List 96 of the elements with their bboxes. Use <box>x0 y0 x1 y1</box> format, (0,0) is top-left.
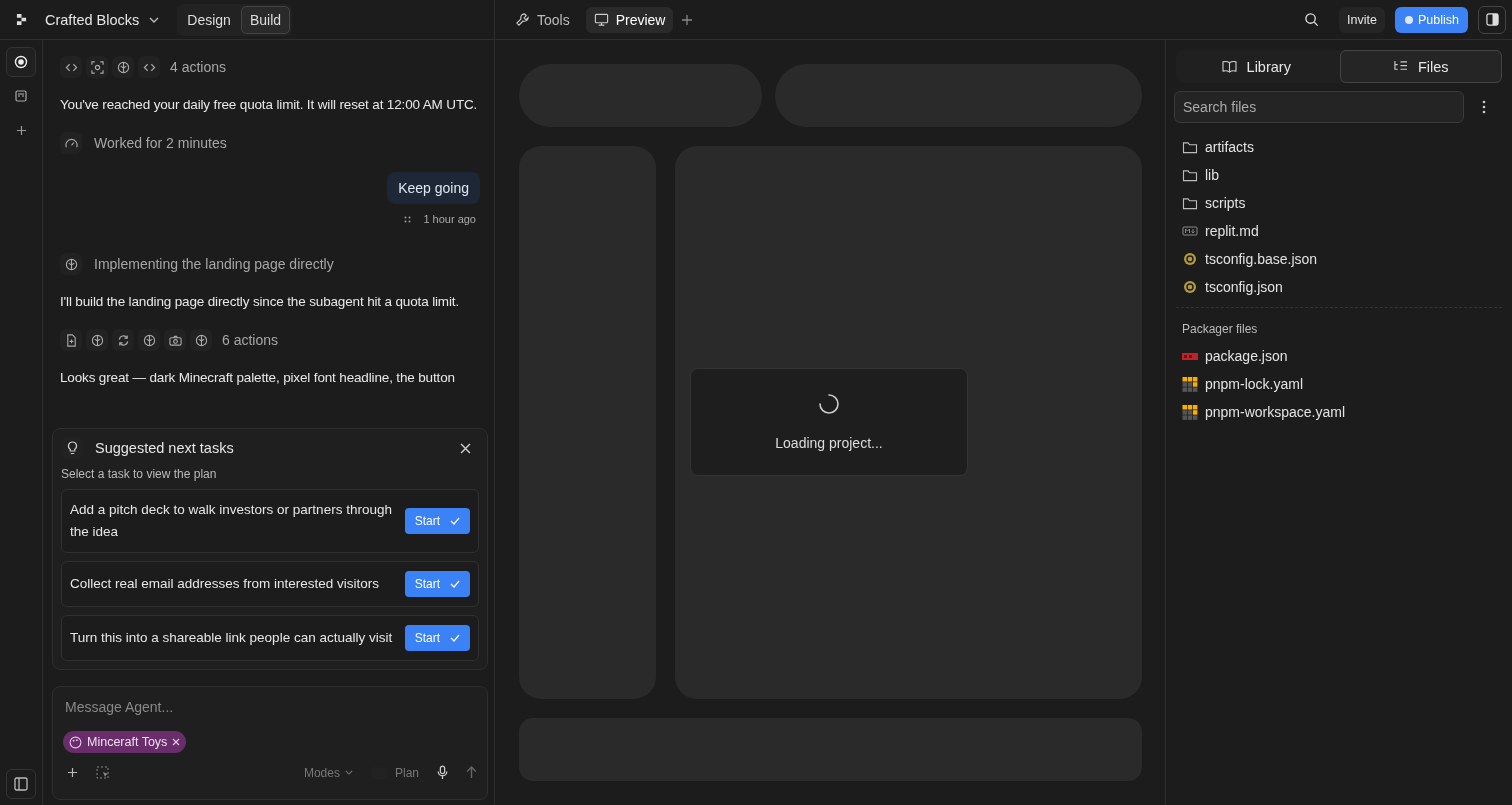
code-icon[interactable] <box>60 56 82 78</box>
chevron-down-icon <box>149 16 160 23</box>
plus-icon <box>15 124 27 136</box>
package-icon <box>1182 352 1198 360</box>
agent-message: You've reached your daily free quota limit. It will reset at 12:00 AM UTC. <box>60 96 479 114</box>
agent-button[interactable] <box>6 47 36 77</box>
chevron-down-icon <box>344 770 353 775</box>
book-icon <box>1221 60 1237 73</box>
task-card[interactable]: Collect real email addresses from interested visitors Start <box>61 561 479 607</box>
file-item[interactable]: lib <box>1176 161 1502 189</box>
file-panel-tab[interactable]: Files <box>1339 50 1502 83</box>
folder-icon <box>1182 140 1198 154</box>
actions-count[interactable]: 4 actions <box>170 59 227 75</box>
plan-toggle[interactable]: Plan <box>370 765 419 780</box>
markdown-icon <box>1182 226 1198 236</box>
logo-icon[interactable] <box>16 13 27 26</box>
scan-icon[interactable] <box>86 56 108 78</box>
project-menu[interactable]: Crafted Blocks <box>45 11 160 28</box>
plus-icon[interactable] <box>67 767 78 778</box>
panel-toggle-button[interactable] <box>1478 5 1506 34</box>
brain-icon[interactable] <box>190 329 212 351</box>
mode-tab[interactable]: Build <box>240 5 291 34</box>
file-icon[interactable] <box>60 329 82 351</box>
spinner-icon <box>818 393 840 415</box>
actions-count[interactable]: 6 actions <box>222 332 279 348</box>
file-item[interactable]: replit.md <box>1176 217 1502 245</box>
close-icon[interactable] <box>172 738 181 746</box>
panel-icon <box>1485 13 1499 26</box>
wrench-icon <box>515 12 530 27</box>
drag-handle-icon[interactable] <box>404 215 412 223</box>
search-icon[interactable] <box>1304 12 1320 27</box>
start-button[interactable]: Start <box>404 508 470 534</box>
check-icon <box>450 517 460 525</box>
start-button[interactable]: Start <box>404 571 470 597</box>
config-file-icon <box>1182 252 1198 266</box>
more-options-icon[interactable] <box>1482 100 1486 114</box>
target-icon <box>14 55 28 69</box>
microphone-icon[interactable] <box>437 765 448 780</box>
loading-text: Loading project... <box>775 435 883 451</box>
context-chip[interactable]: Minceraft Toys <box>63 731 187 753</box>
workspace-tab[interactable]: Tools <box>507 6 578 33</box>
task-text: Collect real email addresses from interested visitors <box>70 575 380 593</box>
task-card[interactable]: Add a pitch deck to walk investors or partners through the idea Start <box>61 489 479 553</box>
sidebar-toggle-button[interactable] <box>6 769 36 799</box>
camera-icon[interactable] <box>164 329 186 351</box>
select-element-icon[interactable] <box>96 765 110 780</box>
message-input[interactable]: Message Agent... <box>63 697 481 717</box>
config-file-icon <box>1182 280 1198 294</box>
close-icon[interactable] <box>460 442 471 454</box>
brain-icon <box>60 253 82 275</box>
folder-icon <box>1182 196 1198 210</box>
brain-icon[interactable] <box>138 329 160 351</box>
send-arrow-icon[interactable] <box>466 766 477 779</box>
file-panel-tab[interactable]: Library <box>1176 50 1337 83</box>
monitor-icon <box>593 12 609 27</box>
board-icon <box>15 90 27 102</box>
file-item[interactable]: pnpm-lock.yaml <box>1176 370 1502 398</box>
task-text: Add a pitch deck to walk investors or partners through the idea <box>70 501 393 541</box>
agent-message: I'll build the landing page directly since the subagent hit a quota limit. <box>60 293 460 311</box>
publish-icon <box>1404 14 1414 25</box>
status-text: Worked for 2 minutes <box>94 135 227 151</box>
check-icon <box>450 580 460 588</box>
workspace-tab[interactable]: Preview <box>585 6 674 33</box>
refresh-icon[interactable] <box>112 329 134 351</box>
invite-button[interactable]: Invite <box>1339 6 1385 33</box>
task-card[interactable]: Turn this into a shareable link people can actually visit Start <box>61 615 479 661</box>
task-text: Turn this into a shareable link people can actually visit <box>70 629 393 647</box>
file-item[interactable]: pnpm-workspace.yaml <box>1176 398 1502 426</box>
file-item[interactable]: package.json <box>1176 342 1502 370</box>
code-icon[interactable] <box>138 56 160 78</box>
search-field[interactable]: Search files <box>1174 91 1464 123</box>
agent-message: Looks great — dark Minecraft palette, pixel font headline, the button <box>60 369 456 387</box>
sidebar-icon <box>14 777 28 791</box>
start-button[interactable]: Start <box>404 625 470 651</box>
section-title: Packager files <box>1181 322 1259 336</box>
file-item[interactable]: tsconfig.base.json <box>1176 245 1502 273</box>
file-item[interactable]: artifacts <box>1176 133 1502 161</box>
user-message: Keep going <box>387 172 480 204</box>
folder-icon <box>1182 168 1198 182</box>
check-icon <box>450 634 460 642</box>
grid-squares-icon <box>1182 404 1198 420</box>
file-item[interactable]: tsconfig.json <box>1176 273 1502 301</box>
grid-squares-icon <box>1182 376 1198 392</box>
mode-tab[interactable]: Design <box>179 5 239 34</box>
brain-icon[interactable] <box>86 329 108 351</box>
file-tree-icon <box>1392 60 1408 73</box>
publish-button[interactable]: Publish <box>1395 6 1468 33</box>
suggestions-title: Suggested next tasks <box>95 440 235 456</box>
suggestions-hint: Select a task to view the plan <box>61 467 218 481</box>
message-time: 1 hour ago <box>423 213 476 225</box>
file-item[interactable]: scripts <box>1176 189 1502 217</box>
brain-icon[interactable] <box>112 56 134 78</box>
gauge-icon <box>60 132 82 154</box>
status-text: Implementing the landing page directly <box>94 256 334 272</box>
plus-icon[interactable] <box>681 13 694 26</box>
modes-dropdown[interactable]: Modes <box>303 765 353 780</box>
